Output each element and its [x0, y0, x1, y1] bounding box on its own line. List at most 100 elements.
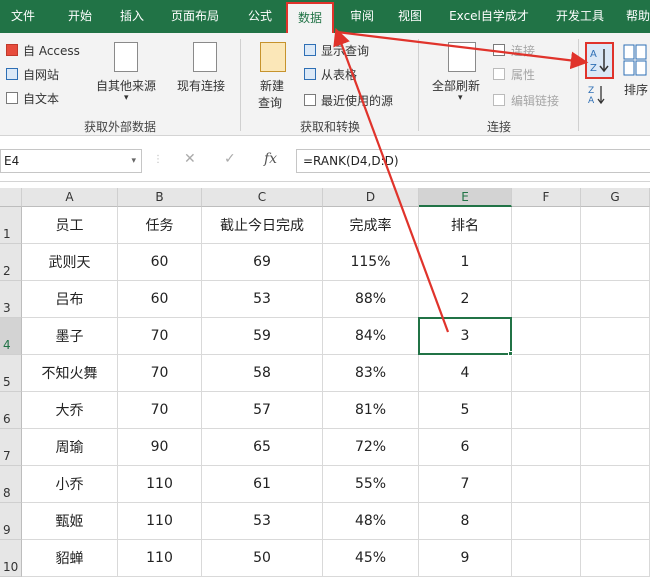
- cell-employee[interactable]: 大乔: [22, 392, 118, 429]
- cancel-icon[interactable]: ✕: [184, 151, 196, 167]
- active-cell-border[interactable]: [418, 317, 512, 355]
- sort-descending-icon[interactable]: Z A: [587, 83, 609, 108]
- new-query-button-line2[interactable]: 查询: [258, 94, 282, 111]
- cell-rate[interactable]: 88%: [323, 281, 419, 318]
- cell-rate[interactable]: 115%: [323, 244, 419, 281]
- cell-task[interactable]: 60: [118, 281, 202, 318]
- cell-rank[interactable]: 5: [419, 392, 512, 429]
- cell-empty[interactable]: [512, 244, 581, 281]
- from-other-sources-button[interactable]: 自其他来源: [96, 77, 156, 94]
- new-query-button-line1[interactable]: 新建: [260, 77, 284, 94]
- cell-empty[interactable]: [581, 244, 650, 281]
- cell-task[interactable]: 任务: [118, 207, 202, 244]
- cell-rate[interactable]: 83%: [323, 355, 419, 392]
- cell-empty[interactable]: [581, 392, 650, 429]
- tab-file[interactable]: 文件: [4, 0, 42, 33]
- cell-completed[interactable]: 59: [202, 318, 323, 355]
- column-header-d[interactable]: D: [323, 188, 419, 207]
- tab-data[interactable]: 数据: [286, 2, 334, 33]
- cell-rank[interactable]: 1: [419, 244, 512, 281]
- from-text-button[interactable]: 自文本: [23, 90, 59, 107]
- cell-empty[interactable]: [581, 466, 650, 503]
- sort-dialog-icon[interactable]: [622, 43, 650, 77]
- cell-employee[interactable]: 武则天: [22, 244, 118, 281]
- cell-completed[interactable]: 65: [202, 429, 323, 466]
- cell-empty[interactable]: [581, 355, 650, 392]
- cell-empty[interactable]: [512, 466, 581, 503]
- cell-completed[interactable]: 截止今日完成: [202, 207, 323, 244]
- tab-formulas[interactable]: 公式: [238, 0, 282, 33]
- cell-rate[interactable]: 完成率: [323, 207, 419, 244]
- cell-rank[interactable]: 排名: [419, 207, 512, 244]
- fill-handle[interactable]: [508, 351, 513, 356]
- cell-empty[interactable]: [512, 503, 581, 540]
- cell-rank[interactable]: 6: [419, 429, 512, 466]
- recent-sources-button[interactable]: 最近使用的源: [321, 92, 393, 109]
- existing-connections-button[interactable]: 现有连接: [177, 77, 225, 94]
- cell-completed[interactable]: 50: [202, 540, 323, 577]
- name-box[interactable]: E4 ▾: [0, 149, 142, 173]
- cell-employee[interactable]: 貂蝉: [22, 540, 118, 577]
- row-header[interactable]: 4: [0, 318, 22, 355]
- row-header[interactable]: 6: [0, 392, 22, 429]
- refresh-all-button[interactable]: 全部刷新: [432, 77, 480, 94]
- cell-empty[interactable]: [512, 540, 581, 577]
- cell-task[interactable]: 90: [118, 429, 202, 466]
- cell-empty[interactable]: [581, 207, 650, 244]
- cell-completed[interactable]: 53: [202, 281, 323, 318]
- insert-function-icon[interactable]: fx: [264, 151, 277, 167]
- cell-task[interactable]: 60: [118, 244, 202, 281]
- row-header[interactable]: 1: [0, 207, 22, 244]
- cell-rate[interactable]: 84%: [323, 318, 419, 355]
- show-query-button[interactable]: 显示查询: [321, 42, 369, 59]
- column-header-c[interactable]: C: [202, 188, 323, 207]
- tab-home[interactable]: 开始: [60, 0, 100, 33]
- cell-completed[interactable]: 53: [202, 503, 323, 540]
- chevron-down-icon[interactable]: ▾: [131, 150, 136, 172]
- row-header[interactable]: 8: [0, 466, 22, 503]
- from-web-button[interactable]: 自网站: [23, 66, 59, 83]
- cell-completed[interactable]: 57: [202, 392, 323, 429]
- column-header-b[interactable]: B: [118, 188, 202, 207]
- cell-task[interactable]: 110: [118, 503, 202, 540]
- properties-button[interactable]: 属性: [511, 66, 535, 83]
- cell-rate[interactable]: 81%: [323, 392, 419, 429]
- cell-employee[interactable]: 周瑜: [22, 429, 118, 466]
- row-header[interactable]: 7: [0, 429, 22, 466]
- cell-empty[interactable]: [512, 281, 581, 318]
- cell-employee[interactable]: 不知火舞: [22, 355, 118, 392]
- row-header[interactable]: 3: [0, 281, 22, 318]
- cell-completed[interactable]: 69: [202, 244, 323, 281]
- row-header[interactable]: 9: [0, 503, 22, 540]
- cell-empty[interactable]: [512, 392, 581, 429]
- formula-input[interactable]: =RANK(D4,D:D): [296, 149, 650, 173]
- cell-rank[interactable]: 9: [419, 540, 512, 577]
- cell-empty[interactable]: [512, 207, 581, 244]
- enter-icon[interactable]: ✓: [224, 151, 236, 167]
- cell-empty[interactable]: [512, 318, 581, 355]
- select-all-corner[interactable]: [0, 188, 22, 207]
- cell-empty[interactable]: [581, 429, 650, 466]
- cell-rate[interactable]: 45%: [323, 540, 419, 577]
- cell-rate[interactable]: 72%: [323, 429, 419, 466]
- tab-excel-self-study[interactable]: Excel自学成才: [440, 0, 538, 33]
- cell-rate[interactable]: 55%: [323, 466, 419, 503]
- row-header[interactable]: 5: [0, 355, 22, 392]
- cell-empty[interactable]: [581, 318, 650, 355]
- cell-employee[interactable]: 吕布: [22, 281, 118, 318]
- sort-ascending-button[interactable]: A Z: [585, 42, 614, 79]
- from-table-button[interactable]: 从表格: [321, 66, 357, 83]
- edit-links-button[interactable]: 编辑链接: [511, 92, 559, 109]
- tab-review[interactable]: 审阅: [340, 0, 384, 33]
- from-access-button[interactable]: 自 Access: [23, 42, 80, 59]
- cell-rank[interactable]: 7: [419, 466, 512, 503]
- column-header-e[interactable]: E: [419, 188, 512, 207]
- cell-employee[interactable]: 员工: [22, 207, 118, 244]
- cell-rate[interactable]: 48%: [323, 503, 419, 540]
- tab-page-layout[interactable]: 页面布局: [160, 0, 230, 33]
- tab-help[interactable]: 帮助: [618, 0, 650, 33]
- column-header-a[interactable]: A: [22, 188, 118, 207]
- column-header-g[interactable]: G: [581, 188, 650, 207]
- cell-rank[interactable]: 2: [419, 281, 512, 318]
- sort-button[interactable]: 排序: [624, 81, 648, 98]
